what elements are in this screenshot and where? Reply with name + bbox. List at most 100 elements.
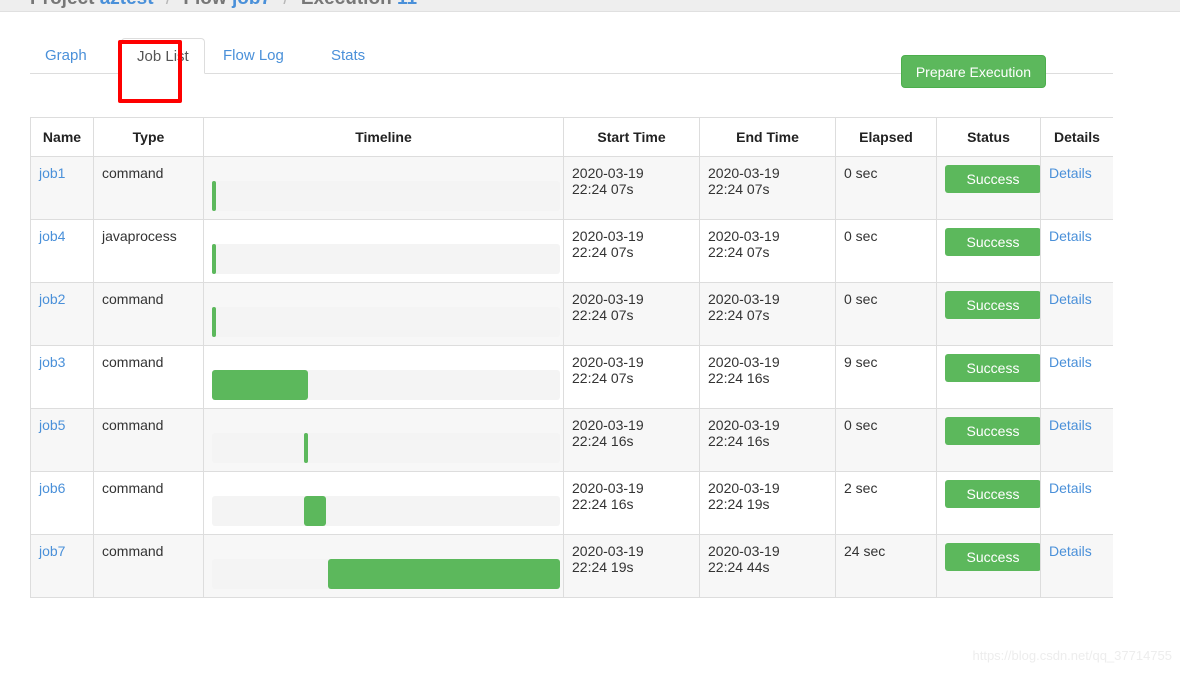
timeline-bar[interactable] — [212, 181, 216, 211]
start-date: 2020-03-19 — [572, 354, 644, 370]
cell-name: job2 — [30, 282, 94, 346]
start-clock: 22:24 16s — [572, 433, 634, 449]
cell-type: command — [93, 408, 204, 472]
cell-elapsed: 0 sec — [835, 156, 937, 220]
prepare-execution-button[interactable]: Prepare Execution — [900, 55, 1046, 88]
end-clock: 22:24 16s — [708, 370, 770, 386]
cell-type: command — [93, 156, 204, 220]
start-date: 2020-03-19 — [572, 291, 644, 307]
details-link[interactable]: Details — [1049, 165, 1092, 181]
end-clock: 22:24 19s — [708, 496, 770, 512]
end-date: 2020-03-19 — [708, 354, 780, 370]
timeline-bar[interactable] — [303, 496, 326, 526]
end-clock: 22:24 44s — [708, 559, 770, 575]
start-date: 2020-03-19 — [572, 543, 644, 559]
end-date: 2020-03-19 — [708, 417, 780, 433]
table-row: job6 command 2020-03-19 22:24 16s 2020-03-19… — [30, 471, 1114, 535]
timeline-bar[interactable] — [212, 244, 216, 274]
cell-status: Success — [936, 219, 1041, 283]
job-name-link[interactable]: job3 — [39, 354, 65, 370]
details-link[interactable]: Details — [1049, 417, 1092, 433]
start-date: 2020-03-19 — [572, 228, 644, 244]
tab-graph[interactable]: Graph — [30, 38, 102, 74]
breadcrumb-project-name[interactable]: aztest — [100, 0, 154, 9]
tab-job-list[interactable]: Job List — [121, 38, 205, 74]
cell-end-time: 2020-03-19 22:24 07s — [699, 219, 836, 283]
job-name-link[interactable]: job2 — [39, 291, 65, 307]
cell-timeline — [203, 219, 564, 283]
timeline-bar[interactable] — [212, 370, 309, 400]
execution-panel: Graph Job List Flow Log Stats Prepare Ex… — [0, 12, 1114, 632]
breadcrumb-separator-2: / — [276, 0, 295, 9]
breadcrumb-bar: Project aztest / Flow job7 / Execution 1… — [0, 0, 1180, 12]
job-name-link[interactable]: job6 — [39, 480, 65, 496]
cell-end-time: 2020-03-19 22:24 19s — [699, 471, 836, 535]
breadcrumb-flow-label: Flow — [183, 0, 226, 9]
table-row: job3 command 2020-03-19 22:24 07s 2020-03-19… — [30, 345, 1114, 409]
cell-start-time: 2020-03-19 22:24 07s — [563, 345, 700, 409]
status-badge[interactable]: Success — [945, 228, 1040, 256]
start-clock: 22:24 16s — [572, 496, 634, 512]
breadcrumb-execution-label: Execution — [301, 0, 392, 9]
details-link[interactable]: Details — [1049, 480, 1092, 496]
details-link[interactable]: Details — [1049, 228, 1092, 244]
job-name-link[interactable]: job5 — [39, 417, 65, 433]
cell-status: Success — [936, 471, 1041, 535]
start-clock: 22:24 07s — [572, 307, 634, 323]
cell-timeline — [203, 408, 564, 472]
cell-details: Details — [1040, 534, 1114, 598]
table-header-row: Name Type Timeline Start Time End Time E… — [30, 117, 1114, 157]
status-badge[interactable]: Success — [945, 291, 1040, 319]
job-name-link[interactable]: job4 — [39, 228, 65, 244]
job-name-link[interactable]: job7 — [39, 543, 65, 559]
cell-name: job6 — [30, 471, 94, 535]
status-badge[interactable]: Success — [945, 543, 1040, 571]
job-list-table: Name Type Timeline Start Time End Time E… — [30, 117, 1114, 598]
cell-end-time: 2020-03-19 22:24 07s — [699, 156, 836, 220]
column-header-details: Details — [1040, 117, 1114, 157]
cell-end-time: 2020-03-19 22:24 16s — [699, 408, 836, 472]
breadcrumb-project-label: Project — [30, 0, 94, 9]
status-badge[interactable]: Success — [945, 354, 1040, 382]
cell-start-time: 2020-03-19 22:24 07s — [563, 282, 700, 346]
tab-flow-log[interactable]: Flow Log — [208, 38, 299, 74]
cell-status: Success — [936, 534, 1041, 598]
timeline-bar[interactable] — [303, 433, 308, 463]
cell-elapsed: 0 sec — [835, 282, 937, 346]
end-clock: 22:24 07s — [708, 307, 770, 323]
status-badge[interactable]: Success — [945, 480, 1040, 508]
start-clock: 22:24 19s — [572, 559, 634, 575]
details-link[interactable]: Details — [1049, 354, 1092, 370]
start-date: 2020-03-19 — [572, 417, 644, 433]
cell-details: Details — [1040, 282, 1114, 346]
details-link[interactable]: Details — [1049, 291, 1092, 307]
breadcrumb-separator: / — [159, 0, 178, 9]
status-badge[interactable]: Success — [945, 417, 1040, 445]
cell-elapsed: 9 sec — [835, 345, 937, 409]
cell-status: Success — [936, 345, 1041, 409]
job-list-body: job1 command 2020-03-19 22:24 07s 2020-03-19… — [30, 156, 1114, 598]
page-gutter — [1113, 12, 1180, 677]
watermark: https://blog.csdn.net/qq_37714755 — [972, 648, 1173, 663]
breadcrumb-flow-name[interactable]: job7 — [232, 0, 271, 9]
timeline-bar[interactable] — [327, 559, 560, 589]
column-header-type: Type — [93, 117, 204, 157]
status-badge[interactable]: Success — [945, 165, 1040, 193]
cell-name: job1 — [30, 156, 94, 220]
details-link[interactable]: Details — [1049, 543, 1092, 559]
end-clock: 22:24 07s — [708, 181, 770, 197]
start-clock: 22:24 07s — [572, 181, 634, 197]
cell-start-time: 2020-03-19 22:24 16s — [563, 471, 700, 535]
column-header-timeline: Timeline — [203, 117, 564, 157]
cell-type: command — [93, 282, 204, 346]
cell-elapsed: 2 sec — [835, 471, 937, 535]
cell-details: Details — [1040, 156, 1114, 220]
cell-status: Success — [936, 408, 1041, 472]
timeline-track — [212, 370, 560, 400]
table-row: job1 command 2020-03-19 22:24 07s 2020-03-19… — [30, 156, 1114, 220]
timeline-bar[interactable] — [212, 307, 216, 337]
tab-stats[interactable]: Stats — [316, 38, 380, 74]
table-row: job5 command 2020-03-19 22:24 16s 2020-03-19… — [30, 408, 1114, 472]
start-clock: 22:24 07s — [572, 244, 634, 260]
job-name-link[interactable]: job1 — [39, 165, 65, 181]
